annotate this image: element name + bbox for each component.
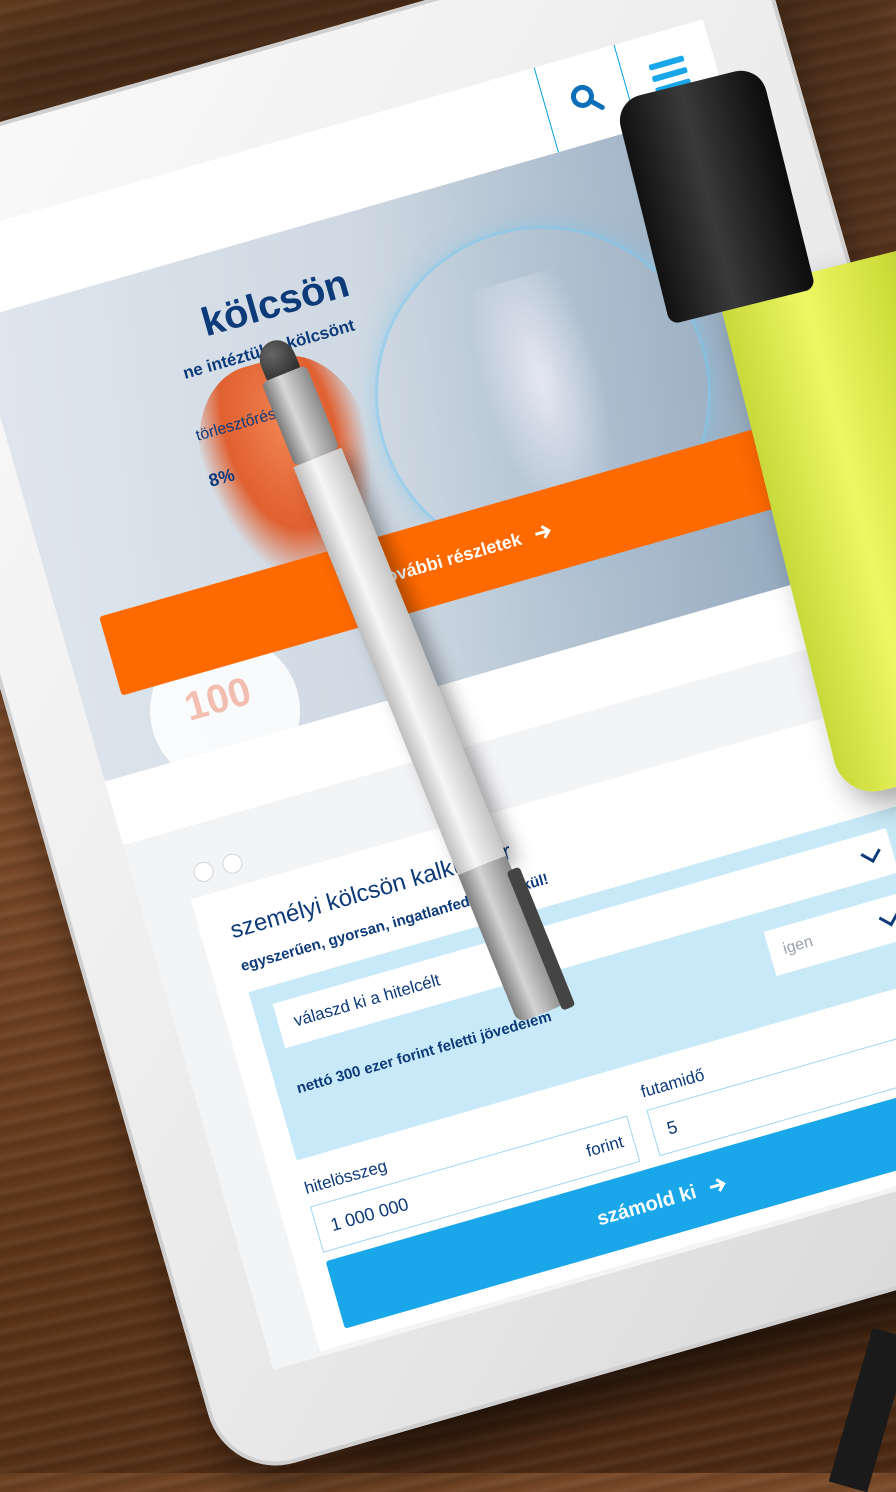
loan-purpose-placeholder: válaszd ki a hitelcélt <box>291 970 443 1031</box>
carousel-dot[interactable] <box>191 859 216 885</box>
chevron-down-icon <box>878 906 896 927</box>
arrow-right-icon <box>709 1178 726 1192</box>
loan-amount-value: 1 000 000 <box>328 1193 411 1235</box>
income-select-value: igen <box>781 933 815 958</box>
loan-term-value: 5 <box>664 1116 680 1139</box>
calculate-label: számold ki <box>594 1180 699 1230</box>
loan-calculator: személyi kölcsön kalkulátor egyszerűen, … <box>190 698 896 1352</box>
amount-unit: forint <box>584 1132 626 1161</box>
search-icon <box>570 84 605 110</box>
more-details-label: további részletek <box>377 528 524 588</box>
carousel-dots <box>191 851 245 885</box>
desk-object <box>828 1327 896 1492</box>
chevron-down-icon <box>860 842 881 864</box>
arrow-right-icon <box>534 525 551 539</box>
carousel-dot[interactable] <box>220 851 245 877</box>
